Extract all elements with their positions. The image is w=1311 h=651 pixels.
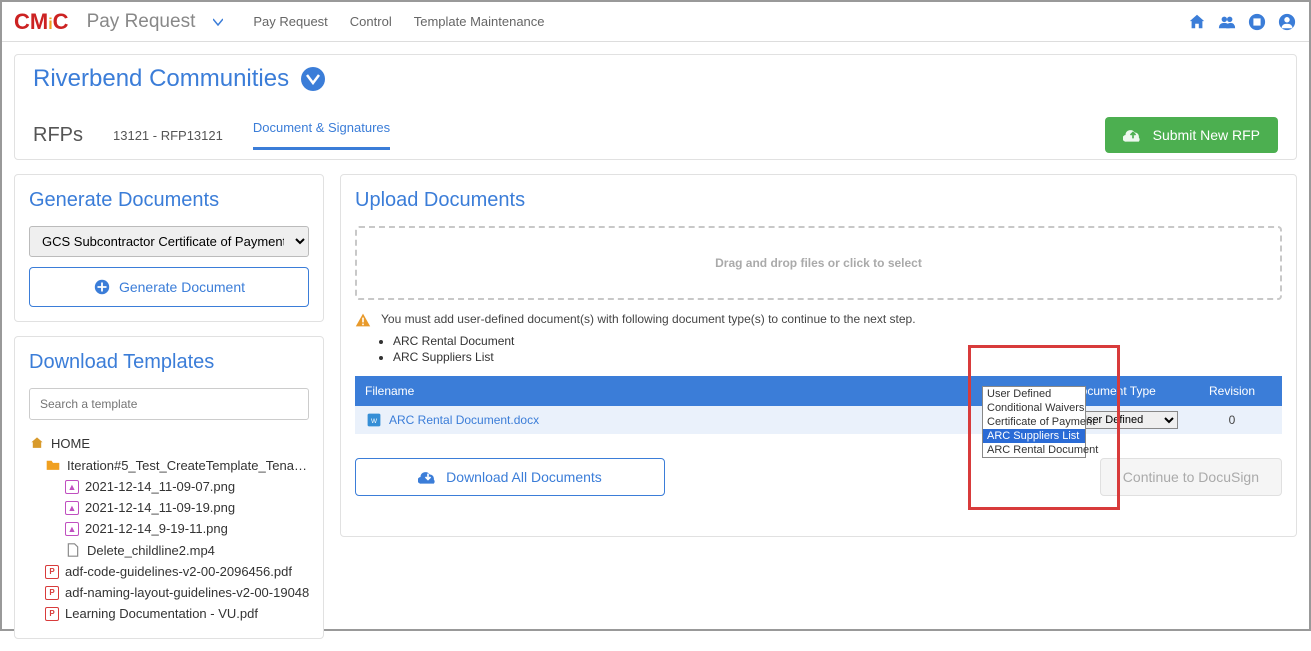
dropdown-option[interactable]: User Defined bbox=[983, 387, 1085, 401]
stop-icon[interactable] bbox=[1247, 12, 1267, 32]
generate-document-button[interactable]: Generate Document bbox=[29, 267, 309, 307]
image-icon: ▲ bbox=[65, 522, 79, 536]
project-title: Riverbend Communities bbox=[33, 65, 289, 93]
pdf-icon: P bbox=[45, 607, 59, 621]
nav-template-maintenance[interactable]: Template Maintenance bbox=[414, 14, 545, 29]
required-doc-list: ARC Rental Document ARC Suppliers List bbox=[393, 334, 1282, 364]
nav-control[interactable]: Control bbox=[350, 14, 392, 29]
project-dropdown-toggle[interactable] bbox=[301, 67, 325, 91]
template-search-input[interactable] bbox=[29, 388, 309, 420]
rfp-section-label: RFPs bbox=[33, 124, 83, 147]
required-doc-item: ARC Rental Document bbox=[393, 334, 1282, 348]
tree-file[interactable]: ▲ 2021-12-14_11-09-07.png bbox=[29, 476, 309, 497]
image-icon: ▲ bbox=[65, 480, 79, 494]
upload-table-row: W ARC Rental Document.docx User Defined … bbox=[355, 406, 1282, 434]
tree-file[interactable]: Delete_childline2.mp4 bbox=[29, 539, 309, 561]
home-icon[interactable] bbox=[1187, 12, 1207, 32]
document-type-dropdown[interactable]: User Defined Conditional Waivers Certifi… bbox=[982, 386, 1086, 458]
top-nav: Pay Request Control Template Maintenance bbox=[253, 14, 544, 29]
top-icons bbox=[1187, 12, 1297, 32]
drop-zone[interactable]: Drag and drop files or click to select bbox=[355, 226, 1282, 300]
logo: CMiC bbox=[14, 9, 69, 35]
continue-docusign-button[interactable]: Continue to DocuSign bbox=[1100, 458, 1282, 496]
uploaded-filename[interactable]: ARC Rental Document.docx bbox=[389, 413, 539, 427]
file-icon bbox=[65, 542, 81, 558]
dropdown-option[interactable]: Conditional Waivers bbox=[983, 401, 1085, 415]
upload-panel-title: Upload Documents bbox=[355, 189, 1282, 212]
dropdown-option-selected[interactable]: ARC Suppliers List bbox=[983, 429, 1085, 443]
pdf-icon: P bbox=[45, 565, 59, 579]
col-filename: Filename bbox=[365, 384, 1072, 398]
required-doc-item: ARC Suppliers List bbox=[393, 350, 1282, 364]
top-bar: CMiC Pay Request Pay Request Control Tem… bbox=[2, 2, 1309, 42]
chevron-down-icon bbox=[213, 18, 223, 26]
template-tree: HOME Iteration#5_Test_CreateTemplate_Ten… bbox=[29, 432, 309, 624]
tree-file[interactable]: P adf-code-guidelines-v2-00-2096456.pdf bbox=[29, 561, 309, 582]
user-icon[interactable] bbox=[1277, 12, 1297, 32]
warning-message: You must add user-defined document(s) wi… bbox=[355, 312, 1282, 328]
revision-value: 0 bbox=[1192, 413, 1272, 427]
image-icon: ▲ bbox=[65, 501, 79, 515]
tree-home[interactable]: HOME bbox=[29, 432, 309, 454]
submit-new-rfp-button[interactable]: Submit New RFP bbox=[1105, 117, 1278, 153]
dropdown-option[interactable]: Certificate of Payment bbox=[983, 415, 1085, 429]
generate-documents-panel: Generate Documents GCS Subcontractor Cer… bbox=[14, 174, 324, 322]
tree-folder[interactable]: Iteration#5_Test_CreateTemplate_Tenant l… bbox=[29, 454, 309, 476]
generate-panel-title: Generate Documents bbox=[29, 189, 309, 212]
project-card: Riverbend Communities RFPs 13121 - RFP13… bbox=[14, 54, 1297, 160]
module-title[interactable]: Pay Request bbox=[87, 11, 224, 33]
dropdown-option[interactable]: ARC Rental Document bbox=[983, 443, 1085, 457]
col-document-type: Document Type bbox=[1072, 384, 1192, 398]
tree-file[interactable]: P Learning Documentation - VU.pdf bbox=[29, 603, 309, 624]
download-templates-panel: Download Templates HOME Iteration#5_Test… bbox=[14, 336, 324, 639]
pdf-icon: P bbox=[45, 586, 59, 600]
tree-file[interactable]: P adf-naming-layout-guidelines-v2-00-190… bbox=[29, 582, 309, 603]
users-icon[interactable] bbox=[1217, 12, 1237, 32]
tree-file[interactable]: ▲ 2021-12-14_9-19-11.png bbox=[29, 518, 309, 539]
warning-icon bbox=[355, 312, 371, 328]
col-revision: Revision bbox=[1192, 384, 1272, 398]
nav-pay-request[interactable]: Pay Request bbox=[253, 14, 327, 29]
cloud-upload-icon bbox=[1123, 127, 1143, 143]
download-all-button[interactable]: Download All Documents bbox=[355, 458, 665, 496]
svg-text:W: W bbox=[371, 418, 378, 425]
plus-circle-icon bbox=[93, 278, 111, 296]
folder-icon bbox=[45, 457, 61, 473]
tab-document-signatures[interactable]: Document & Signatures bbox=[253, 120, 390, 150]
home-folder-icon bbox=[29, 435, 45, 451]
generate-template-select[interactable]: GCS Subcontractor Certificate of Payment bbox=[29, 226, 309, 257]
tree-file[interactable]: ▲ 2021-12-14_11-09-19.png bbox=[29, 497, 309, 518]
rfp-id: 13121 - RFP13121 bbox=[113, 128, 223, 143]
cloud-download-icon bbox=[418, 469, 438, 485]
download-panel-title: Download Templates bbox=[29, 351, 309, 374]
upload-documents-panel: Upload Documents Drag and drop files or … bbox=[340, 174, 1297, 537]
upload-table-header: Filename Document Type Revision bbox=[355, 376, 1282, 406]
docx-icon: W bbox=[365, 412, 383, 428]
